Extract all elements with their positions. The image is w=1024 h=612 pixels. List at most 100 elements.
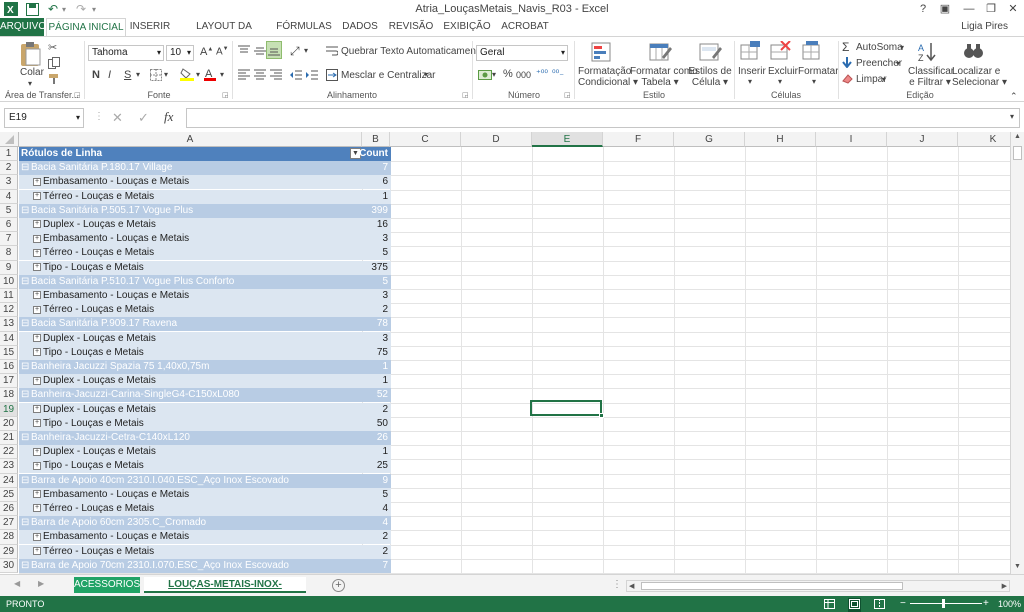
restore-button[interactable]: ❐ (980, 0, 1002, 18)
insert-dropdown-icon[interactable]: ▾ (748, 77, 752, 86)
align-right-icon[interactable] (270, 69, 282, 84)
fill-color-icon[interactable] (180, 67, 194, 84)
format-cells-icon[interactable] (802, 41, 824, 66)
align-center-icon[interactable] (254, 69, 266, 84)
row-header[interactable]: 21 (0, 431, 18, 446)
column-header-g[interactable]: G (674, 132, 745, 147)
paste-dropdown-icon[interactable]: ▾ (28, 79, 32, 88)
zoom-out-icon[interactable]: − (900, 598, 906, 609)
pivot-group-row[interactable]: ⊟ Banheira-Jacuzzi-Carina-SingleG4-C150xL… (19, 388, 391, 403)
pivot-item-row[interactable]: + Térreo - Louças e Metais 5 (19, 246, 391, 261)
paste-icon[interactable] (18, 41, 44, 70)
column-header-e[interactable]: E (532, 132, 603, 147)
sheet-tab-loucas-metais[interactable]: LOUÇAS-METAIS-INOX-BANHEIRA (144, 577, 306, 606)
increase-decimal-icon[interactable]: ⁺⁰⁰ (536, 68, 548, 79)
row-header[interactable]: 12 (0, 303, 18, 318)
row-header[interactable]: 7 (0, 232, 18, 247)
orientation-dropdown-icon[interactable]: ▾ (304, 46, 308, 55)
active-cell[interactable] (530, 400, 604, 418)
page-break-view-icon[interactable] (874, 599, 885, 611)
format-dropdown-icon[interactable]: ▾ (812, 77, 816, 86)
orientation-icon[interactable]: ⤢ (290, 44, 300, 59)
number-launcher-icon[interactable]: ◲ (564, 91, 571, 99)
pivot-header-row[interactable]: Rótulos de Linha ▼ Count (19, 147, 391, 161)
worksheet-grid[interactable]: ABCDEFGHIJK 1 2 3 4 5 6 7 8 9 10 11 12 13 14 15 16 17 18 1… (0, 132, 1024, 574)
row-header[interactable]: 15 (0, 345, 18, 360)
grow-font-icon[interactable]: A▲ (200, 46, 213, 58)
row-header[interactable]: 4 (0, 189, 18, 204)
minimize-button[interactable]: — (958, 0, 980, 18)
pivot-item-row[interactable]: + Duplex - Louças e Metais 3 (19, 331, 391, 346)
row-header[interactable]: 23 (0, 459, 18, 474)
expand-icon[interactable]: + (33, 532, 41, 541)
expand-icon[interactable]: + (33, 191, 41, 200)
row-header[interactable]: 27 (0, 516, 18, 531)
pivot-item-row[interactable]: + Duplex - Louças e Metais 16 (19, 218, 391, 232)
expand-icon[interactable]: + (33, 504, 41, 513)
expand-icon[interactable]: + (33, 333, 41, 342)
expand-icon[interactable]: + (33, 248, 41, 257)
accounting-dropdown-icon[interactable]: ▾ (492, 70, 496, 79)
pivot-item-row[interactable]: + Térreo - Louças e Metais 2 (19, 544, 391, 559)
row-header[interactable]: 20 (0, 416, 18, 431)
find-select-button[interactable]: Localizar e Selecionar ▾ (952, 66, 1007, 88)
pivot-item-row[interactable]: + Embasamento - Louças e Metais 3 (19, 232, 391, 247)
pivot-item-row[interactable]: + Térreo - Louças e Metais 2 (19, 303, 391, 318)
tab-insert[interactable]: INSERIR (128, 18, 172, 36)
row-header[interactable]: 11 (0, 289, 18, 304)
percent-button[interactable]: % (503, 68, 513, 80)
align-middle-icon[interactable] (254, 45, 266, 60)
merge-dropdown-icon[interactable]: ▾ (424, 70, 428, 79)
format-as-table-button[interactable]: Formatar como Tabela ▾ (630, 66, 698, 88)
row-header[interactable]: 2 (0, 161, 18, 176)
tab-review[interactable]: REVISÃO (386, 18, 436, 36)
zoom-in-icon[interactable]: + (983, 598, 989, 609)
clear-icon[interactable] (842, 73, 853, 87)
row-header[interactable]: 22 (0, 445, 18, 460)
column-header-f[interactable]: F (603, 132, 674, 147)
expand-icon[interactable]: + (33, 490, 41, 499)
row-header[interactable]: 17 (0, 374, 18, 389)
expand-icon[interactable]: + (33, 262, 41, 271)
pivot-item-row[interactable]: + Embasamento - Louças e Metais 2 (19, 530, 391, 545)
sheet-tab-acessorios[interactable]: ACESSORIOS (74, 577, 140, 593)
collapse-icon[interactable]: ⊟ (21, 360, 29, 374)
expand-icon[interactable]: + (33, 305, 41, 314)
sort-filter-button[interactable]: Classificar e Filtrar ▾ (908, 66, 954, 88)
expand-icon[interactable]: + (33, 376, 41, 385)
copy-icon[interactable] (48, 57, 60, 72)
pivot-item-row[interactable]: + Duplex - Louças e Metais 2 (19, 402, 391, 417)
underline-button[interactable]: S (124, 69, 131, 81)
ribbon-display-options-button[interactable]: ▣ (934, 0, 956, 18)
delete-cells-button[interactable]: Excluir (768, 66, 798, 77)
underline-dropdown-icon[interactable]: ▾ (136, 70, 140, 79)
collapse-icon[interactable]: ⊟ (21, 474, 29, 488)
formula-bar-handle-icon[interactable]: ⋮ (94, 111, 104, 122)
wrap-text-button[interactable]: Quebrar Texto Automaticamente (341, 46, 484, 57)
cell-styles-icon[interactable] (698, 41, 722, 68)
name-box[interactable]: E19 ▾ (4, 108, 84, 128)
row-header[interactable]: 3 (0, 175, 18, 190)
zoom-level[interactable]: 100% (998, 599, 1021, 609)
fill-icon[interactable] (842, 57, 853, 71)
row-header[interactable]: 9 (0, 260, 18, 275)
column-header-j[interactable]: J (887, 132, 958, 147)
increase-indent-icon[interactable] (306, 69, 318, 84)
column-header-h[interactable]: H (745, 132, 816, 147)
normal-view-icon[interactable] (824, 599, 835, 611)
row-header[interactable]: 26 (0, 502, 18, 517)
font-color-icon[interactable]: A (204, 67, 216, 84)
pivot-group-row[interactable]: ⊟ Banheira-Jacuzzi-Cetra-C140xL120 26 (19, 431, 391, 445)
merge-center-icon[interactable] (326, 69, 338, 84)
tab-data[interactable]: DADOS (338, 18, 382, 36)
wrap-text-icon[interactable] (326, 45, 339, 60)
format-as-table-icon[interactable] (648, 41, 672, 68)
conditional-formatting-button[interactable]: Formatação Condicional ▾ (578, 66, 638, 88)
scroll-right-icon[interactable]: ▶ (1002, 582, 1007, 590)
expand-icon[interactable]: + (33, 177, 41, 186)
scroll-down-icon[interactable]: ▼ (1011, 563, 1024, 573)
row-header[interactable]: 6 (0, 218, 18, 233)
horizontal-scroll-thumb[interactable] (641, 582, 903, 590)
row-header[interactable]: 5 (0, 203, 18, 218)
next-sheet-icon[interactable]: ▶ (38, 579, 44, 588)
